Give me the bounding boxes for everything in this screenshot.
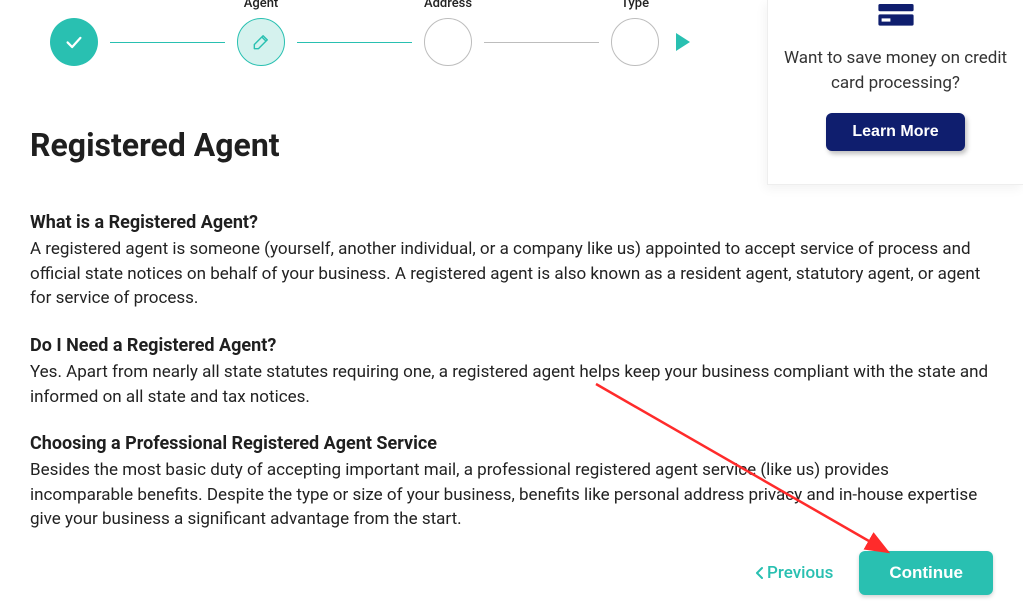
step-connector <box>297 42 412 43</box>
section-choosing: Choosing a Professional Registered Agent… <box>30 433 993 532</box>
section-body: Besides the most basic duty of accepting… <box>30 458 993 532</box>
continue-button[interactable]: Continue <box>859 551 993 595</box>
step-label: Address <box>424 0 472 11</box>
section-body: Yes. Apart from nearly all state statute… <box>30 360 993 409</box>
promo-text: Want to save money on credit card proces… <box>782 46 1009 95</box>
step-2: Agent <box>237 18 285 66</box>
section-do-i-need: Do I Need a Registered Agent? Yes. Apart… <box>30 335 993 409</box>
play-icon <box>673 31 693 53</box>
section-heading: What is a Registered Agent? <box>30 212 993 233</box>
step-connector <box>484 42 599 43</box>
pencil-icon <box>251 32 271 52</box>
section-heading: Choosing a Professional Registered Agent… <box>30 433 993 454</box>
section-what-is: What is a Registered Agent? A registered… <box>30 212 993 311</box>
step-done-circle <box>50 18 98 66</box>
promo-card: Want to save money on credit card proces… <box>767 0 1023 185</box>
chevron-left-icon <box>755 566 764 580</box>
learn-more-button[interactable]: Learn More <box>826 113 964 151</box>
step-1 <box>50 18 98 66</box>
previous-label: Previous <box>767 563 833 583</box>
step-3: Address <box>424 18 472 66</box>
step-label: Agent <box>244 0 279 11</box>
step-4: Type <box>611 18 659 66</box>
step-future-circle <box>611 18 659 66</box>
section-heading: Do I Need a Registered Agent? <box>30 335 993 356</box>
step-connector <box>110 42 225 43</box>
stepper-next-button[interactable] <box>673 31 693 53</box>
bottom-nav: Previous Continue <box>755 551 993 595</box>
step-current-circle <box>237 18 285 66</box>
step-label: Type <box>621 0 649 11</box>
credit-card-icon <box>874 4 918 32</box>
section-body: A registered agent is someone (yourself,… <box>30 237 993 311</box>
check-icon <box>63 31 85 53</box>
step-future-circle <box>424 18 472 66</box>
previous-link[interactable]: Previous <box>755 563 833 583</box>
